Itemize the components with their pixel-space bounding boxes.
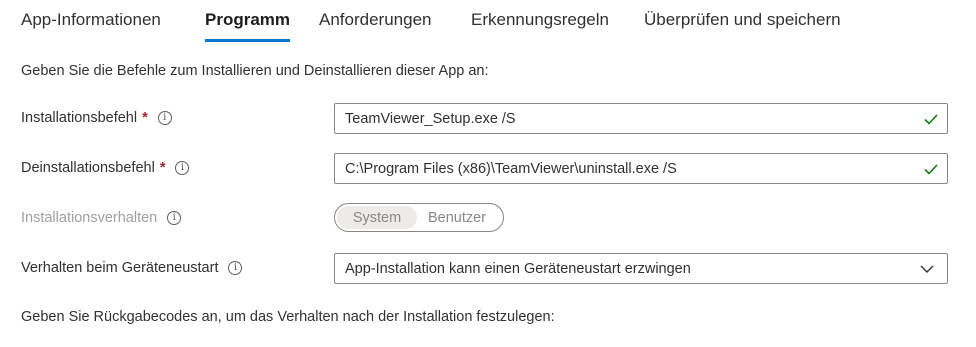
uninstall-command-label-row: Deinstallationsbefehl * i <box>21 160 190 176</box>
restart-behavior-label-row: Verhalten beim Geräteneustart i <box>21 260 243 276</box>
install-behavior-label-row: Installationsverhalten i <box>21 210 182 226</box>
install-behavior-option-benutzer[interactable]: Benutzer <box>417 206 497 229</box>
install-behavior-toggle[interactable]: System Benutzer <box>334 203 504 232</box>
commands-intro-text: Geben Sie die Befehle zum Installieren u… <box>21 63 489 79</box>
install-command-field[interactable]: TeamViewer_Setup.exe /S <box>334 103 948 134</box>
tab-app-informationen[interactable]: App-Informationen <box>21 10 161 30</box>
active-tab-indicator <box>205 39 290 42</box>
tab-programm[interactable]: Programm <box>205 10 290 30</box>
app-program-page: App-Informationen Programm Anforderungen… <box>0 0 976 347</box>
required-marker: * <box>142 110 148 126</box>
chevron-down-icon[interactable] <box>919 261 935 277</box>
info-icon[interactable]: i <box>228 261 243 275</box>
restart-behavior-label: Verhalten beim Geräteneustart <box>21 260 219 276</box>
restart-behavior-selected[interactable]: App-Installation kann einen Geräteneusta… <box>335 261 919 277</box>
install-command-label-row: Installationsbefehl * i <box>21 110 172 126</box>
info-icon[interactable]: i <box>157 111 172 125</box>
checkmark-icon <box>924 113 938 125</box>
uninstall-command-value[interactable]: C:\Program Files (x86)\TeamViewer\uninst… <box>335 161 923 177</box>
required-marker: * <box>159 160 166 176</box>
tab-ueberpruefen-und-speichern[interactable]: Überprüfen und speichern <box>644 10 841 30</box>
install-command-value[interactable]: TeamViewer_Setup.exe /S <box>335 111 923 127</box>
install-command-label: Installationsbefehl <box>21 110 138 126</box>
info-icon[interactable]: i <box>167 211 182 225</box>
return-codes-intro-text: Geben Sie Rückgabecodes an, um das Verha… <box>21 309 555 325</box>
tab-erkennungsregeln[interactable]: Erkennungsregeln <box>471 10 609 30</box>
checkmark-icon <box>924 163 938 175</box>
restart-behavior-dropdown[interactable]: App-Installation kann einen Geräteneusta… <box>334 253 948 284</box>
uninstall-command-label: Deinstallationsbefehl <box>21 160 155 176</box>
install-behavior-label: Installationsverhalten <box>21 210 158 226</box>
uninstall-command-field[interactable]: C:\Program Files (x86)\TeamViewer\uninst… <box>334 153 948 184</box>
install-behavior-option-system[interactable]: System <box>337 206 417 229</box>
tab-anforderungen[interactable]: Anforderungen <box>319 10 431 30</box>
info-icon[interactable]: i <box>175 161 190 175</box>
wizard-tabs: App-Informationen Programm Anforderungen… <box>0 0 976 46</box>
